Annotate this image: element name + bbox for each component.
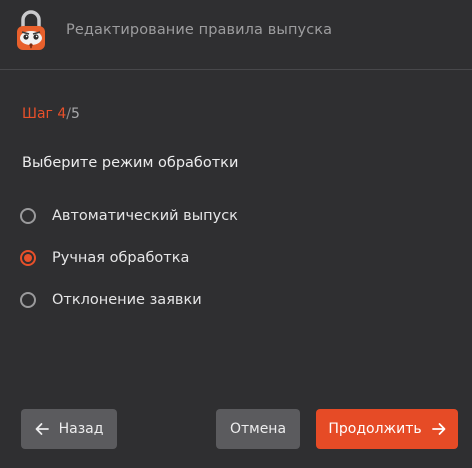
back-button-label: Назад bbox=[58, 421, 104, 437]
back-button[interactable]: Назад bbox=[21, 409, 117, 449]
window-title: Редактирование правила выпуска bbox=[66, 22, 333, 38]
title-bar: Редактирование правила выпуска bbox=[0, 0, 472, 70]
cancel-button-label: Отмена bbox=[229, 421, 287, 437]
option-reject-request[interactable]: Отклонение заявки bbox=[20, 288, 202, 312]
option-label: Ручная обработка bbox=[52, 250, 190, 266]
radio-button[interactable] bbox=[20, 208, 36, 224]
arrow-right-icon bbox=[431, 423, 446, 435]
option-auto-issue[interactable]: Автоматический выпуск bbox=[20, 204, 238, 228]
continue-button[interactable]: Продолжить bbox=[316, 409, 458, 449]
radio-button-selected[interactable] bbox=[20, 250, 36, 266]
option-label: Отклонение заявки bbox=[52, 292, 202, 308]
header-divider bbox=[0, 69, 472, 70]
arrow-left-icon bbox=[35, 423, 49, 435]
step-current: 4 bbox=[57, 106, 67, 122]
continue-button-label: Продолжить bbox=[328, 421, 422, 437]
padlock-mascot-icon bbox=[17, 10, 45, 50]
option-manual-processing[interactable]: Ручная обработка bbox=[20, 246, 189, 270]
section-prompt: Выберите режим обработки bbox=[22, 155, 239, 171]
cancel-button[interactable]: Отмена bbox=[216, 409, 300, 449]
step-indicator: Шаг 4/5 bbox=[22, 106, 80, 122]
step-total: 5 bbox=[71, 106, 80, 122]
radio-button[interactable] bbox=[20, 292, 36, 308]
option-label: Автоматический выпуск bbox=[52, 208, 238, 224]
step-prefix: Шаг bbox=[22, 106, 53, 122]
